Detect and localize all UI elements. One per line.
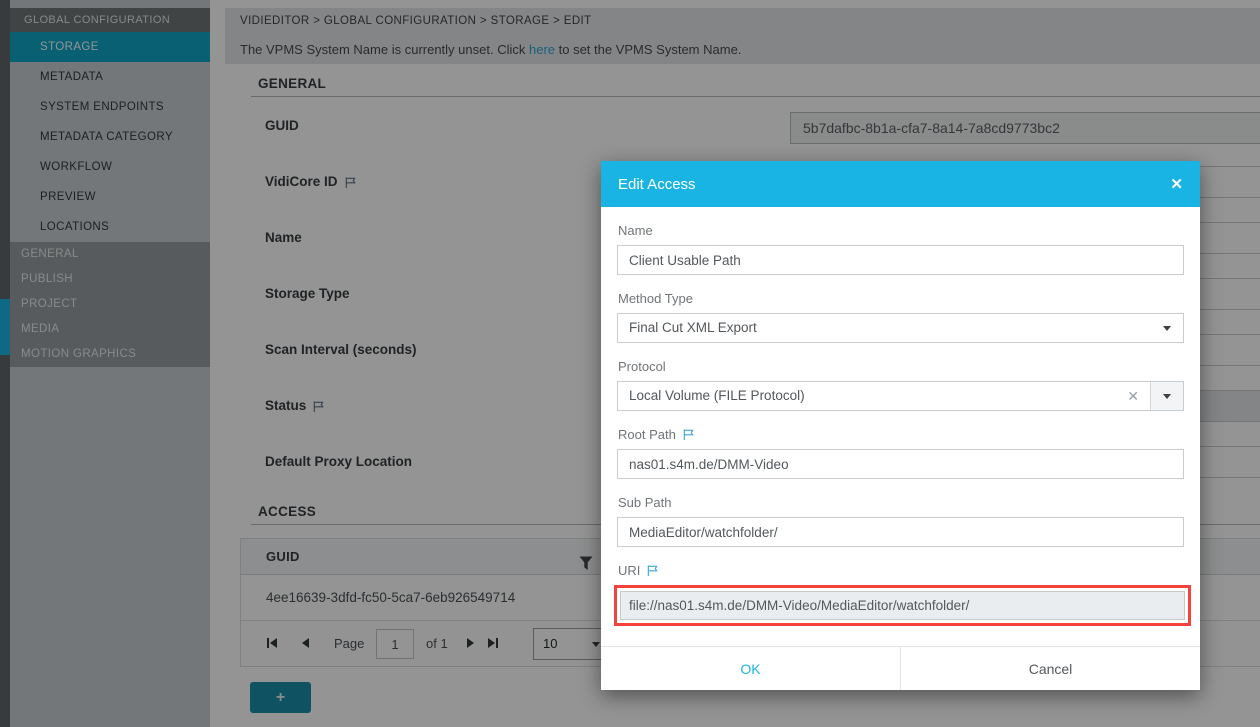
- cancel-button[interactable]: Cancel: [901, 647, 1200, 690]
- protocol-select[interactable]: Local Volume (FILE Protocol) ✕: [617, 381, 1184, 411]
- dialog-title: Edit Access: [601, 176, 1170, 193]
- modal-name-field-group: Name: [617, 222, 1184, 275]
- root-path-input[interactable]: [617, 449, 1184, 479]
- edit-access-dialog: Edit Access ✕ Name Method Type Final Cut…: [601, 161, 1200, 690]
- modal-method-type-label: Method Type: [618, 290, 1184, 306]
- clear-icon[interactable]: ✕: [1127, 382, 1139, 410]
- dialog-body: Name Method Type Final Cut XML Export Pr…: [601, 207, 1200, 626]
- dialog-footer: OK Cancel: [601, 646, 1200, 690]
- uri-label-text: URI: [618, 563, 640, 578]
- modal-sub-path-field-group: Sub Path: [617, 494, 1184, 547]
- modal-uri-label: URI: [618, 562, 1184, 578]
- method-type-select[interactable]: Final Cut XML Export: [617, 313, 1184, 343]
- app-window: GLOBAL CONFIGURATION STORAGE METADATA SY…: [0, 0, 1260, 727]
- modal-method-type-field-group: Method Type Final Cut XML Export: [617, 290, 1184, 343]
- chevron-down-icon: [1163, 326, 1171, 331]
- dialog-header: Edit Access ✕: [601, 161, 1200, 207]
- method-type-value: Final Cut XML Export: [629, 320, 757, 335]
- modal-sub-path-label: Sub Path: [618, 494, 1184, 510]
- ok-button[interactable]: OK: [601, 647, 901, 690]
- modal-protocol-field-group: Protocol Local Volume (FILE Protocol) ✕: [617, 358, 1184, 411]
- close-icon[interactable]: ✕: [1170, 175, 1200, 193]
- protocol-dropdown-button[interactable]: [1150, 382, 1183, 410]
- sub-path-input[interactable]: [617, 517, 1184, 547]
- uri-highlight-annotation: file://nas01.s4m.de/DMM-Video/MediaEdito…: [614, 585, 1191, 626]
- chevron-down-icon: [1163, 394, 1171, 399]
- modal-name-label: Name: [618, 222, 1184, 238]
- modal-name-input[interactable]: [617, 245, 1184, 275]
- modal-root-path-label: Root Path: [618, 426, 1184, 442]
- modal-uri-field-group: URI file://nas01.s4m.de/DMM-Video/MediaE…: [617, 562, 1184, 626]
- flag-icon: [682, 428, 695, 441]
- protocol-value: Local Volume (FILE Protocol): [629, 388, 805, 403]
- flag-icon: [646, 564, 659, 577]
- modal-protocol-label: Protocol: [618, 358, 1184, 374]
- modal-root-path-field-group: Root Path: [617, 426, 1184, 479]
- uri-readonly-field: file://nas01.s4m.de/DMM-Video/MediaEdito…: [620, 591, 1185, 620]
- root-path-label-text: Root Path: [618, 427, 676, 442]
